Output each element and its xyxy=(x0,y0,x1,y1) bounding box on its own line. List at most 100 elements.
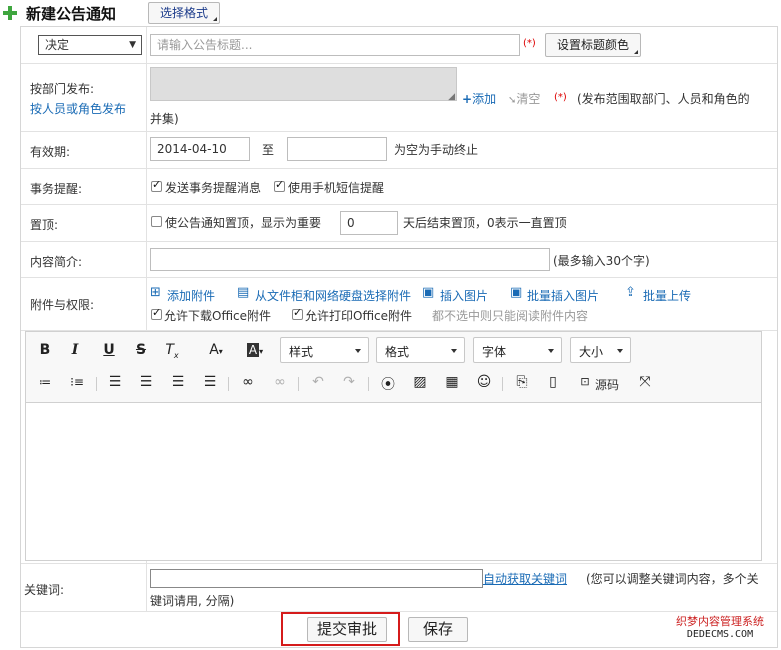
maximize-icon[interactable]: ⤧ xyxy=(636,374,654,390)
batch-insert-image-link[interactable]: 批量插入图片 xyxy=(527,287,599,304)
select-from-cabinet-link[interactable]: 从文件柜和网络硬盘选择附件 xyxy=(255,287,411,304)
ordered-list-icon[interactable]: ≔ xyxy=(36,375,54,389)
summary-input[interactable] xyxy=(150,248,550,271)
source-icon[interactable]: ⊡ xyxy=(576,375,594,388)
row-divider xyxy=(21,63,777,64)
add-dept-link[interactable]: +添加 xyxy=(462,90,496,107)
attachments-label: 附件与权限: xyxy=(30,298,95,312)
add-attachment-icon: ⊞ xyxy=(150,285,161,300)
source-label[interactable]: 源码 xyxy=(595,376,619,393)
publish-by-user-link[interactable]: 按人员或角色发布 xyxy=(30,100,126,117)
pin-top-option-label: 使公告通知置顶，显示为重要 xyxy=(165,216,322,230)
rich-text-editor xyxy=(25,331,762,561)
emoticon-icon[interactable]: ☺ xyxy=(475,374,493,390)
pin-days-input[interactable] xyxy=(340,211,398,235)
validity-label: 有效期: xyxy=(30,145,71,159)
template-icon[interactable]: ▯ xyxy=(544,374,562,390)
unordered-list-icon[interactable]: ⁝≡ xyxy=(68,375,86,389)
allow-print-label: 允许打印Office附件 xyxy=(305,309,413,323)
style-dropdown-label: 样式 xyxy=(289,345,314,359)
keyword-hint: (您可以调整关键词内容，多个关 xyxy=(586,572,759,586)
row-divider xyxy=(21,204,777,205)
row-divider xyxy=(21,563,777,564)
justify-icon[interactable]: ☰ xyxy=(201,374,219,390)
sms-reminder-checkbox[interactable] xyxy=(274,178,285,192)
align-right-icon[interactable]: ☰ xyxy=(169,374,187,390)
underline-icon[interactable]: U xyxy=(100,342,118,358)
redo-icon[interactable]: ↷ xyxy=(340,374,358,390)
send-reminder-checkbox[interactable] xyxy=(151,178,162,192)
required-mark: (*) xyxy=(554,92,567,103)
pin-top-label: 置顶: xyxy=(30,218,59,232)
corner-arrow-icon xyxy=(634,50,638,54)
add-attachment-link[interactable]: 添加附件 xyxy=(167,287,215,304)
save-button[interactable]: 保存 xyxy=(408,617,468,642)
resize-handle-icon[interactable]: ◢ xyxy=(448,92,455,102)
pin-days-hint: 天后结束置顶，0表示一直置顶 xyxy=(403,216,567,230)
italic-icon[interactable]: I xyxy=(66,342,84,358)
set-title-color-button[interactable]: 设置标题颜色 xyxy=(545,33,641,57)
dropdown-caret-icon xyxy=(355,349,361,353)
sms-reminder-label: 使用手机短信提醒 xyxy=(288,181,385,195)
link-icon[interactable]: ∞ xyxy=(239,374,257,390)
insert-image-link[interactable]: 插入图片 xyxy=(440,287,488,304)
allow-print-checkbox[interactable] xyxy=(292,306,303,320)
highlight-box xyxy=(281,612,400,646)
editor-content-area[interactable] xyxy=(26,403,761,560)
publish-scope-note: (发布范围取部门、人员和角色的 xyxy=(577,92,750,106)
corner-arrow-icon xyxy=(213,17,217,21)
keyword-label: 关键词: xyxy=(24,583,65,597)
size-dropdown[interactable]: 大小 xyxy=(570,337,631,363)
auto-keyword-link[interactable]: 自动获取关键词 xyxy=(483,570,567,587)
notice-type-select[interactable]: 决定 ▼ xyxy=(38,35,142,55)
flash-icon[interactable]: ⦿ xyxy=(379,374,397,394)
upload-icon: ⇪ xyxy=(625,285,636,300)
dept-textarea[interactable]: ◢ xyxy=(150,67,457,102)
dropdown-caret-icon xyxy=(451,349,457,353)
set-title-color-label: 设置标题颜色 xyxy=(556,38,629,52)
summary-label: 内容简介: xyxy=(30,255,83,269)
batch-upload-link[interactable]: 批量上传 xyxy=(643,287,691,304)
toolbar-separator xyxy=(228,377,229,391)
watermark-line1: 织梦内容管理系统 xyxy=(676,615,764,628)
dropdown-caret-icon xyxy=(548,349,554,353)
bold-icon[interactable]: B xyxy=(36,342,54,358)
toolbar-separator xyxy=(298,377,299,391)
dropdown-caret-icon xyxy=(617,349,623,353)
end-date-input[interactable] xyxy=(287,137,387,161)
keyword-input[interactable] xyxy=(150,569,483,588)
format-dropdown[interactable]: 格式 xyxy=(376,337,465,363)
table-icon[interactable]: ▦ xyxy=(443,374,461,390)
plus-icon: + xyxy=(462,92,473,106)
row-divider xyxy=(21,241,777,242)
preview-icon[interactable]: ⎘ xyxy=(513,374,531,390)
notice-title-input[interactable] xyxy=(150,34,520,56)
batch-image-icon: ▣ xyxy=(510,285,523,300)
send-reminder-label: 发送事务提醒消息 xyxy=(165,181,262,195)
style-dropdown[interactable]: 样式 xyxy=(280,337,369,363)
align-left-icon[interactable]: ☰ xyxy=(106,374,124,390)
text-color-icon[interactable]: A▾ xyxy=(203,342,229,358)
image-icon[interactable]: ▨ xyxy=(411,374,429,390)
summary-hint: (最多输入30个字) xyxy=(553,254,650,268)
strikethrough-icon[interactable]: S xyxy=(132,342,150,358)
start-date-input[interactable] xyxy=(150,137,250,161)
font-dropdown[interactable]: 字体 xyxy=(473,337,562,363)
align-center-icon[interactable]: ☰ xyxy=(137,374,155,390)
bg-color-icon[interactable]: A ▾ xyxy=(242,342,268,358)
allow-download-checkbox[interactable] xyxy=(151,306,162,320)
required-mark: (*) xyxy=(523,38,536,49)
image-icon: ▣ xyxy=(422,285,435,300)
select-format-button[interactable]: 选择格式 xyxy=(148,2,220,24)
page-title: 新建公告通知 xyxy=(26,5,117,23)
remove-format-icon[interactable]: Tx xyxy=(163,342,181,360)
dropdown-arrow-icon: ▼ xyxy=(129,40,136,50)
allow-download-label: 允许下载Office附件 xyxy=(164,309,272,323)
pin-top-checkbox[interactable] xyxy=(151,216,162,227)
clear-dept-label: 清空 xyxy=(516,92,541,106)
clear-dept-link[interactable]: ➘清空 xyxy=(508,90,540,107)
add-dept-label: 添加 xyxy=(472,92,497,106)
watermark-line2: DEDECMS.COM xyxy=(686,629,754,640)
unlink-icon[interactable]: ∞ xyxy=(271,374,289,390)
undo-icon[interactable]: ↶ xyxy=(309,374,327,390)
